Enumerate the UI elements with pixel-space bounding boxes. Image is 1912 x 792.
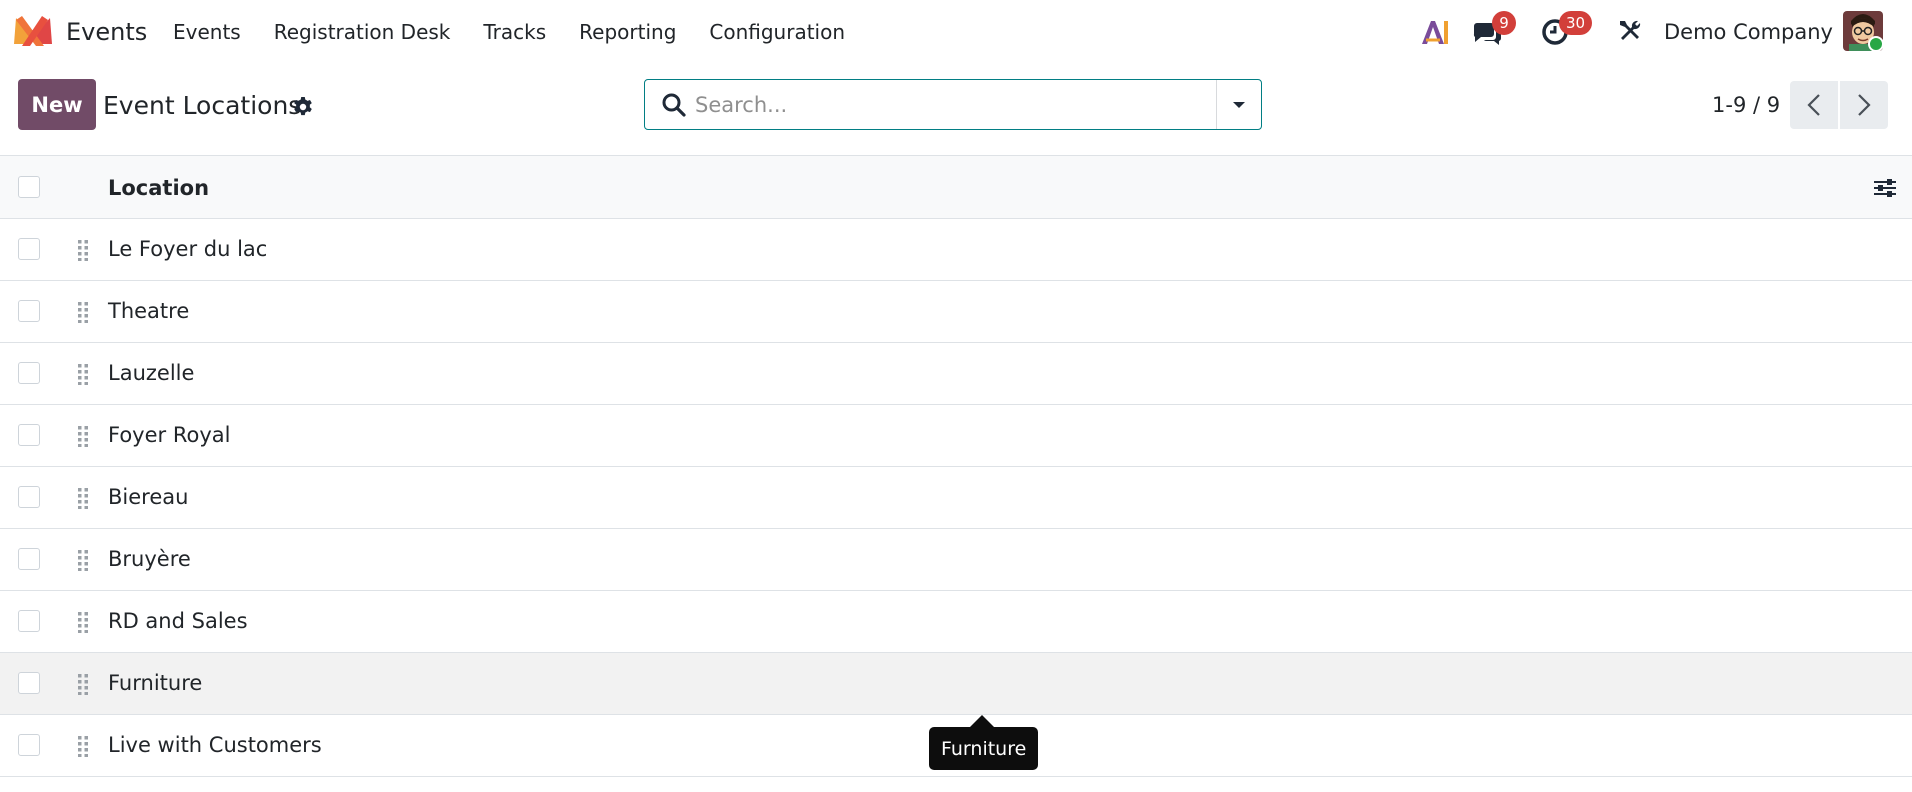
chevron-left-icon: [1807, 94, 1820, 116]
location-name[interactable]: Bruyère: [108, 547, 191, 571]
menu-tracks[interactable]: Tracks: [483, 20, 546, 44]
pager-value[interactable]: 1-9 / 9: [1712, 93, 1780, 117]
menu-events[interactable]: Events: [173, 20, 241, 44]
optional-columns-sliders-icon[interactable]: [1873, 177, 1897, 199]
pager-next-button[interactable]: [1840, 81, 1888, 129]
activities-badge: 30: [1559, 11, 1593, 35]
drag-handle-icon[interactable]: [76, 301, 90, 323]
list-row[interactable]: Theatre: [0, 281, 1912, 343]
list-header: Location: [0, 155, 1912, 219]
list-row[interactable]: Foyer Royal: [0, 405, 1912, 467]
menu-reporting[interactable]: Reporting: [579, 20, 676, 44]
row-checkbox[interactable]: [18, 300, 40, 322]
row-checkbox[interactable]: [18, 672, 40, 694]
list-row[interactable]: Le Foyer du lac: [0, 219, 1912, 281]
new-button[interactable]: New: [18, 79, 96, 130]
search-input[interactable]: [695, 81, 1195, 128]
drag-handle-icon[interactable]: [76, 363, 90, 385]
ai-icon[interactable]: [1420, 18, 1450, 46]
drag-handle-icon[interactable]: [76, 549, 90, 571]
gear-icon[interactable]: [292, 96, 314, 118]
page-title: Event Locations: [103, 91, 302, 120]
events-app-logo-icon[interactable]: [12, 14, 54, 48]
caret-down-icon: [1233, 101, 1245, 108]
row-checkbox[interactable]: [18, 362, 40, 384]
menu-registration-desk[interactable]: Registration Desk: [274, 20, 451, 44]
location-name[interactable]: Biereau: [108, 485, 188, 509]
drag-handle-icon[interactable]: [76, 239, 90, 261]
list-row[interactable]: RD and Sales: [0, 591, 1912, 653]
list-row[interactable]: Lauzelle: [0, 343, 1912, 405]
column-header-location[interactable]: Location: [108, 176, 209, 200]
list-row[interactable]: Biereau: [0, 467, 1912, 529]
online-status-dot: [1868, 36, 1884, 52]
top-navbar: Events Events Registration Desk Tracks R…: [0, 0, 1912, 64]
drag-handle-icon[interactable]: [76, 425, 90, 447]
location-name[interactable]: Theatre: [108, 299, 189, 323]
drag-handle-icon[interactable]: [76, 487, 90, 509]
select-all-checkbox[interactable]: [18, 176, 40, 198]
row-checkbox[interactable]: [18, 486, 40, 508]
location-name[interactable]: Live with Customers: [108, 733, 322, 757]
tooltip: Furniture: [929, 727, 1039, 770]
debug-tools-icon[interactable]: [1617, 18, 1643, 44]
drag-handle-icon[interactable]: [76, 673, 90, 695]
menu-configuration[interactable]: Configuration: [709, 20, 845, 44]
location-name[interactable]: Furniture: [108, 671, 202, 695]
messages-badge: 9: [1492, 11, 1516, 35]
location-name[interactable]: Lauzelle: [108, 361, 194, 385]
row-checkbox[interactable]: [18, 548, 40, 570]
row-checkbox[interactable]: [18, 610, 40, 632]
location-name[interactable]: Le Foyer du lac: [108, 237, 267, 261]
location-name[interactable]: RD and Sales: [108, 609, 248, 633]
search-icon: [662, 93, 686, 117]
company-switcher[interactable]: Demo Company: [1664, 20, 1833, 44]
search-options-toggle[interactable]: [1216, 80, 1261, 129]
chevron-right-icon: [1858, 94, 1871, 116]
search-bar: [644, 79, 1262, 130]
location-name[interactable]: Foyer Royal: [108, 423, 230, 447]
list-row-hovered[interactable]: Furniture: [0, 653, 1912, 715]
list-row[interactable]: Bruyère: [0, 529, 1912, 591]
drag-handle-icon[interactable]: [76, 611, 90, 633]
row-checkbox[interactable]: [18, 238, 40, 260]
locations-list: Location Le Foyer du lac Theatre Lauzell…: [0, 155, 1912, 777]
app-name[interactable]: Events: [66, 18, 147, 46]
row-checkbox[interactable]: [18, 424, 40, 446]
drag-handle-icon[interactable]: [76, 735, 90, 757]
row-checkbox[interactable]: [18, 734, 40, 756]
pager-previous-button[interactable]: [1790, 81, 1838, 129]
main-menu: Events Registration Desk Tracks Reportin…: [173, 20, 878, 44]
